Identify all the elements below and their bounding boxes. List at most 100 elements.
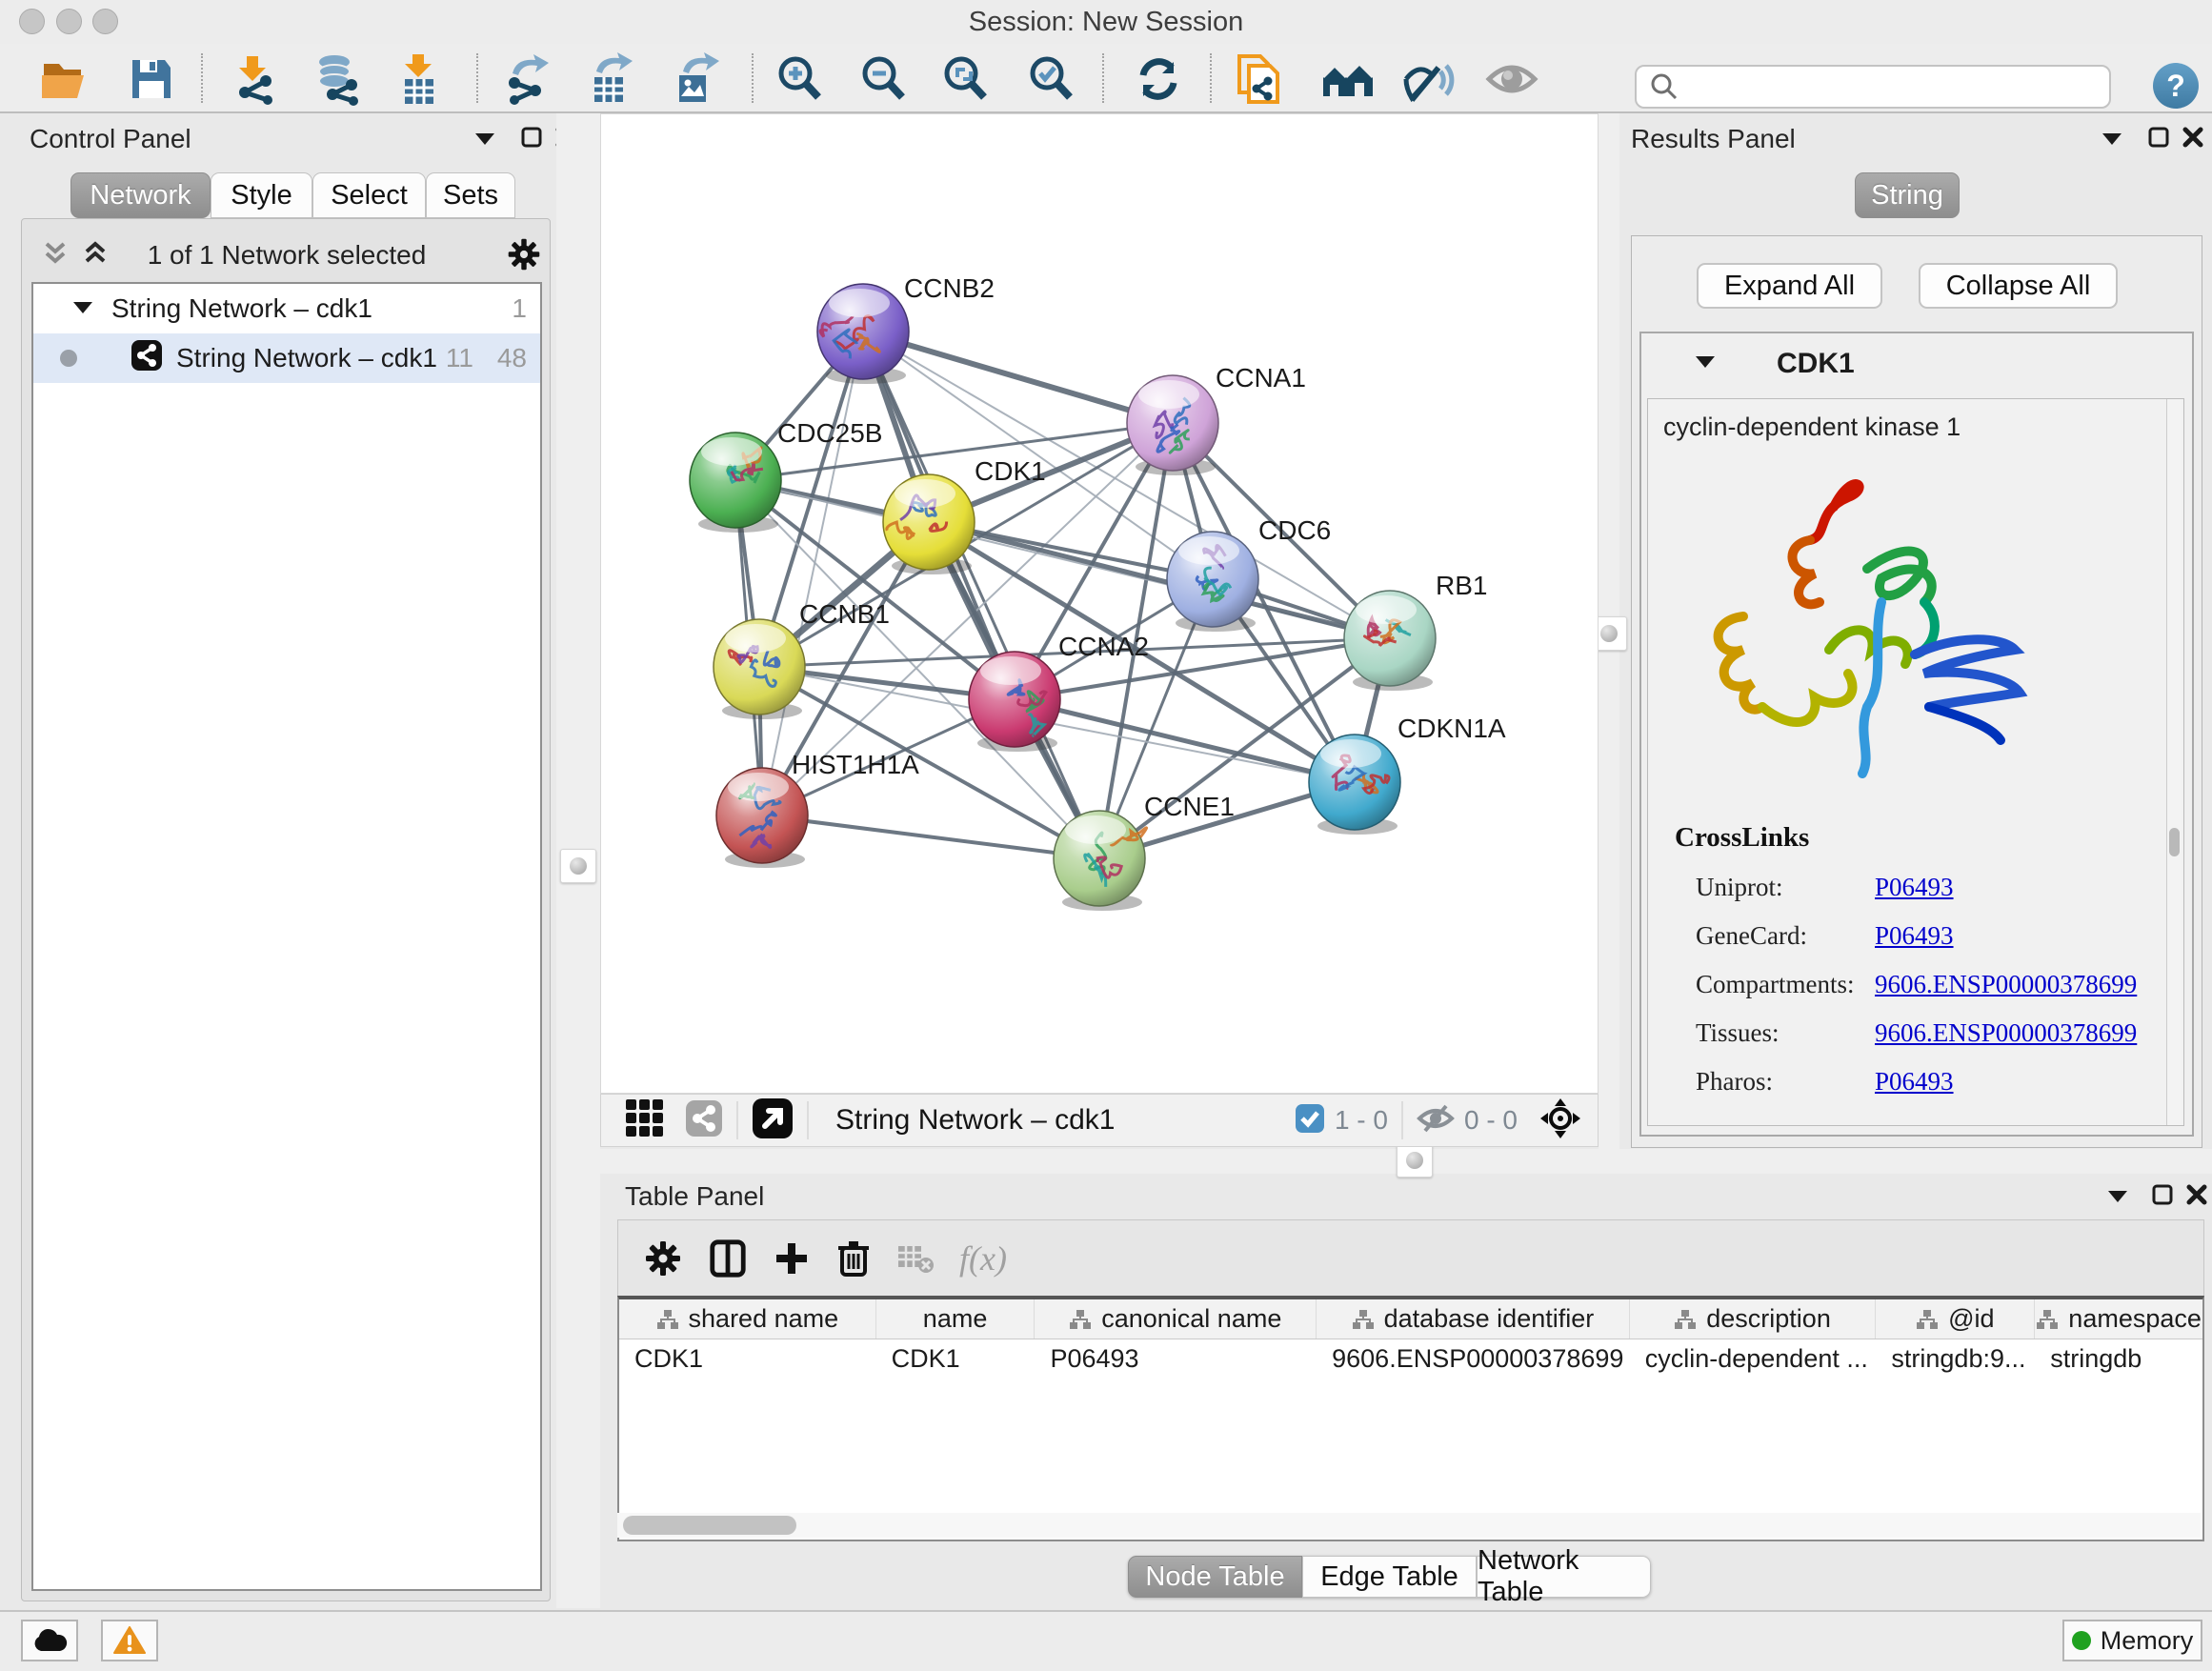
export-image-icon[interactable] (667, 51, 722, 107)
network-edge-CCNB2-HIST1H1A[interactable] (762, 332, 863, 815)
hide-selection-icon[interactable] (1401, 51, 1457, 107)
memory-status-icon (2072, 1631, 2091, 1650)
view-toolbar-separator (807, 1101, 809, 1139)
table-horizontal-scrollbar[interactable] (617, 1513, 2201, 1538)
node-label-RB1: RB1 (1436, 571, 1487, 600)
search-input[interactable] (1635, 65, 2111, 109)
refresh-icon[interactable] (1131, 51, 1186, 107)
network-collection-row[interactable]: String Network – cdk1 1 (33, 284, 540, 333)
vertical-splitter-left[interactable] (556, 113, 600, 1608)
save-session-icon[interactable] (124, 51, 179, 107)
grid-view-icon[interactable] (624, 1097, 666, 1144)
zoom-out-icon[interactable] (855, 51, 911, 107)
hidden-eye-icon[interactable] (1417, 1102, 1455, 1139)
column-header[interactable]: namespace (2035, 1299, 2202, 1339)
network-edge-HIST1H1A-CCNE1[interactable] (762, 815, 1099, 858)
horizontal-splitter[interactable] (600, 1149, 2212, 1174)
float-panel-icon[interactable] (2151, 1183, 2174, 1211)
center-view-icon[interactable] (1538, 1097, 1582, 1145)
show-columns-icon[interactable] (708, 1238, 748, 1278)
network-options-gear-icon[interactable] (506, 236, 542, 279)
network-edge-CCNB2-CCNE1[interactable] (863, 332, 1099, 858)
import-network-file-icon[interactable] (227, 51, 282, 107)
memory-label: Memory (2101, 1626, 2194, 1656)
node-label-CDK1: CDK1 (975, 456, 1046, 486)
column-header[interactable]: shared name (619, 1299, 876, 1339)
collapse-panel-icon[interactable] (473, 128, 497, 153)
network-node-CDKN1A[interactable] (1309, 735, 1400, 835)
vertical-splitter-right[interactable] (1599, 113, 1619, 1155)
node-label-CDC6: CDC6 (1258, 515, 1331, 545)
column-header[interactable]: @id (1876, 1299, 2035, 1339)
network-node-CDC6[interactable] (1167, 532, 1258, 632)
network-node-CCNA1[interactable] (1127, 375, 1218, 475)
help-button[interactable]: ? (2153, 63, 2199, 109)
tab-style[interactable]: Style (211, 172, 312, 218)
table-row[interactable]: CDK1 CDK1 P06493 9606.ENSP00000378699 cy… (619, 1339, 2202, 1378)
network-row-selected[interactable]: String Network – cdk1 11 48 (33, 333, 540, 383)
results-scrollbar[interactable] (2166, 399, 2182, 1125)
network-node-RB1[interactable] (1344, 591, 1436, 691)
tab-network-table[interactable]: Network Table (1477, 1556, 1651, 1598)
table-settings-gear-icon[interactable] (643, 1238, 683, 1278)
network-node-HIST1H1A[interactable] (716, 768, 808, 868)
network-from-selection-icon[interactable] (1231, 51, 1286, 107)
table-panel: Table Panel f(x) shared name name canoni… (600, 1174, 2212, 1608)
cloud-button[interactable] (21, 1620, 78, 1661)
zoom-selected-icon[interactable] (1023, 51, 1078, 107)
network-node-CCNB1[interactable] (714, 619, 805, 719)
node-label-HIST1H1A: HIST1H1A (792, 750, 919, 779)
network-edge-CCNB2-CCNA1[interactable] (863, 332, 1173, 423)
crosslink-tissues[interactable]: 9606.ENSP00000378699 (1875, 1018, 2137, 1048)
show-eye-icon[interactable] (1484, 51, 1539, 107)
crosslink-genecard[interactable]: P06493 (1875, 921, 1954, 951)
collapse-panel-icon[interactable] (2105, 1185, 2130, 1211)
network-view-icon[interactable] (685, 1099, 723, 1142)
crosslink-uniprot[interactable]: P06493 (1875, 873, 1954, 902)
results-panel-title: Results Panel (1631, 124, 1796, 154)
section-expander-icon[interactable] (1693, 352, 1718, 377)
import-network-database-icon[interactable] (311, 51, 366, 107)
delete-column-icon[interactable] (835, 1238, 872, 1278)
function-builder-icon: f(x) (959, 1238, 1007, 1278)
network-node-CDC25B[interactable] (690, 433, 781, 533)
expand-all-button[interactable]: Expand All (1697, 263, 1882, 309)
network-canvas[interactable]: CCNB2CCNA1CDC25BCDK1CDC6RB1CCNB1CCNA2CDK… (600, 113, 1599, 1094)
export-network-icon[interactable] (498, 51, 553, 107)
tab-edge-table[interactable]: Edge Table (1302, 1556, 1477, 1598)
tab-string[interactable]: String (1855, 172, 1960, 218)
network-node-CCNE1[interactable] (1054, 811, 1147, 911)
zoom-in-icon[interactable] (772, 51, 827, 107)
collapse-all-button[interactable]: Collapse All (1919, 263, 2118, 309)
float-panel-icon[interactable] (520, 126, 543, 153)
memory-button[interactable]: Memory (2062, 1620, 2202, 1661)
tab-sets[interactable]: Sets (426, 172, 515, 218)
import-table-icon[interactable] (391, 51, 446, 107)
gene-section-header[interactable]: CDK1 (1641, 333, 2192, 394)
close-panel-icon[interactable] (2182, 126, 2204, 153)
open-session-icon[interactable] (37, 51, 92, 107)
detach-view-icon[interactable] (752, 1097, 794, 1144)
warnings-button[interactable] (101, 1620, 158, 1661)
network-node-CDK1[interactable] (883, 474, 975, 574)
crosslink-compartments[interactable]: 9606.ENSP00000378699 (1875, 970, 2137, 999)
tab-network[interactable]: Network (70, 172, 211, 218)
column-header[interactable]: name (876, 1299, 1036, 1339)
column-header[interactable]: canonical name (1035, 1299, 1317, 1339)
node-label-CCNE1: CCNE1 (1144, 792, 1235, 821)
export-table-icon[interactable] (582, 51, 637, 107)
close-panel-icon[interactable] (2185, 1183, 2208, 1211)
column-header[interactable]: database identifier (1317, 1299, 1630, 1339)
selected-checkbox-icon[interactable] (1295, 1103, 1325, 1138)
tree-expander-icon[interactable] (71, 293, 94, 324)
zoom-fit-icon[interactable] (937, 51, 993, 107)
crosslink-row: Pharos:P06493 (1675, 1067, 2137, 1097)
crosslink-pharos[interactable]: P06493 (1875, 1067, 1954, 1097)
collapse-panel-icon[interactable] (2100, 128, 2124, 153)
add-column-icon[interactable] (773, 1239, 811, 1278)
home-networks-icon[interactable] (1320, 51, 1376, 107)
float-panel-icon[interactable] (2147, 126, 2170, 153)
tab-select[interactable]: Select (312, 172, 426, 218)
column-header[interactable]: description (1630, 1299, 1877, 1339)
tab-node-table[interactable]: Node Table (1128, 1556, 1302, 1598)
